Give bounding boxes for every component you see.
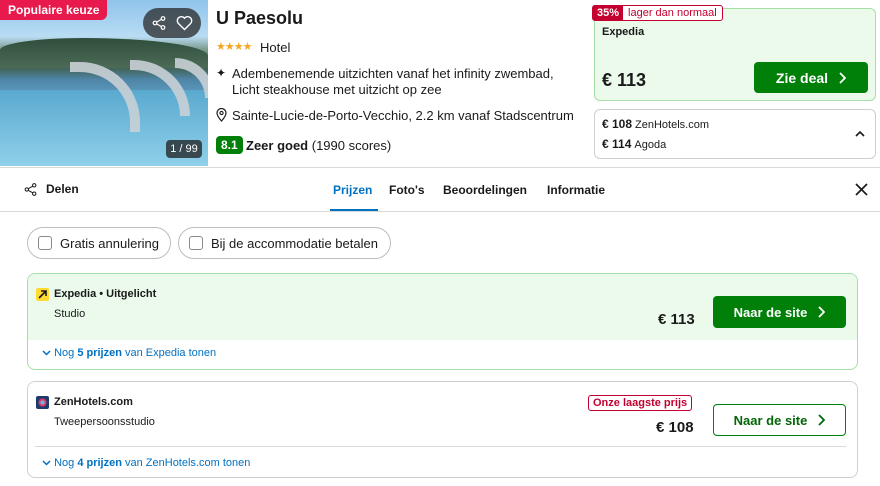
- deal-provider: Expedia: [602, 26, 645, 38]
- location-pin-icon: [216, 108, 227, 122]
- more-prefix: Nog: [54, 457, 75, 469]
- rating-summary[interactable]: Zeer goed (1990 scores): [246, 138, 391, 153]
- tab-photos[interactable]: Foto's: [389, 183, 425, 197]
- share-icon[interactable]: [24, 183, 37, 196]
- go-to-site-label: Naar de site: [733, 304, 808, 320]
- divider: [0, 211, 880, 212]
- room-type: Studio: [54, 308, 86, 320]
- checkbox[interactable]: [38, 236, 52, 250]
- filter-label: Bij de accommodatie betalen: [211, 235, 378, 251]
- alt-price: € 114: [602, 137, 632, 151]
- discount-text: lager dan normaal: [628, 7, 717, 19]
- deal-price: € 113: [602, 70, 647, 90]
- offer-provider: Expedia • Uitgelicht: [54, 288, 157, 300]
- offer-price: € 113: [658, 311, 695, 328]
- view-deal-button[interactable]: Zie deal: [754, 62, 868, 93]
- filter-free-cancellation[interactable]: Gratis annulering: [27, 227, 171, 259]
- sparkle-icon: ✦: [216, 66, 227, 80]
- image-counter: 1 / 99: [166, 140, 202, 158]
- close-icon[interactable]: [855, 183, 868, 196]
- tab-prices[interactable]: Prijzen: [333, 183, 372, 197]
- more-prices-link[interactable]: Nog 4 prijzen van ZenHotels.com tonen: [42, 457, 250, 469]
- more-count: 5 prijzen: [77, 347, 122, 359]
- offer-provider: ZenHotels.com: [54, 396, 133, 408]
- chevron-down-icon: [42, 350, 51, 356]
- filter-label: Gratis annulering: [60, 235, 159, 251]
- filter-pay-at-property[interactable]: Bij de accommodatie betalen: [178, 227, 391, 259]
- divider: [0, 167, 880, 168]
- image-actions: [143, 8, 201, 38]
- go-to-site-label: Naar de site: [733, 412, 808, 428]
- hotel-type: Hotel: [260, 40, 291, 55]
- hotel-name[interactable]: U Paesolu: [216, 8, 303, 29]
- share-button[interactable]: Delen: [46, 182, 79, 196]
- offer-price: € 108: [656, 419, 694, 436]
- alt-price-row: € 108 ZenHotels.com: [602, 117, 709, 131]
- chevron-up-icon[interactable]: [855, 130, 865, 137]
- popular-badge: Populaire keuze: [0, 0, 108, 20]
- view-deal-label: Zie deal: [775, 69, 829, 86]
- rating-score: 8.1: [216, 136, 243, 154]
- alt-provider: Agoda: [634, 139, 667, 151]
- go-to-site-button[interactable]: Naar de site: [713, 296, 846, 328]
- more-suffix: van ZenHotels.com tonen: [125, 457, 251, 469]
- more-count: 4 prijzen: [77, 457, 122, 469]
- more-prices-link[interactable]: Nog 5 prijzen van Expedia tonen: [42, 347, 216, 359]
- checkbox[interactable]: [189, 236, 203, 250]
- alt-price: € 108: [602, 117, 633, 131]
- divider: [35, 446, 846, 447]
- discount-percent: 35%: [593, 6, 624, 20]
- tab-reviews[interactable]: Beoordelingen: [443, 183, 527, 197]
- chevron-right-icon: [818, 414, 826, 426]
- rating-count: (1990 scores): [311, 138, 392, 153]
- expedia-logo-icon: [36, 288, 49, 301]
- discount-badge: 35% lager dan normaal: [592, 5, 723, 21]
- heart-icon[interactable]: [176, 15, 193, 31]
- tab-information[interactable]: Informatie: [547, 183, 605, 197]
- chevron-right-icon: [818, 306, 826, 318]
- rating-label: Zeer goed: [246, 138, 309, 153]
- chevron-right-icon: [839, 71, 847, 84]
- room-type: Tweepersoonsstudio: [54, 416, 155, 428]
- hotel-location: Sainte-Lucie-de-Porto-Vecchio, 2.2 km va…: [232, 108, 574, 123]
- go-to-site-button[interactable]: Naar de site: [713, 404, 846, 436]
- chevron-down-icon: [42, 460, 51, 466]
- alt-provider: ZenHotels.com: [635, 119, 710, 131]
- more-prefix: Nog: [54, 347, 75, 359]
- hotel-features: Adembenemende uitzichten vanaf het infin…: [232, 66, 554, 97]
- more-suffix: van Expedia tonen: [125, 347, 217, 359]
- zenhotels-logo-icon: [36, 396, 49, 409]
- lowest-price-badge: Onze laagste prijs: [588, 395, 693, 411]
- share-icon[interactable]: [152, 16, 166, 30]
- alt-price-row: € 114 Agoda: [602, 137, 666, 151]
- star-rating: ★★★★: [216, 41, 252, 53]
